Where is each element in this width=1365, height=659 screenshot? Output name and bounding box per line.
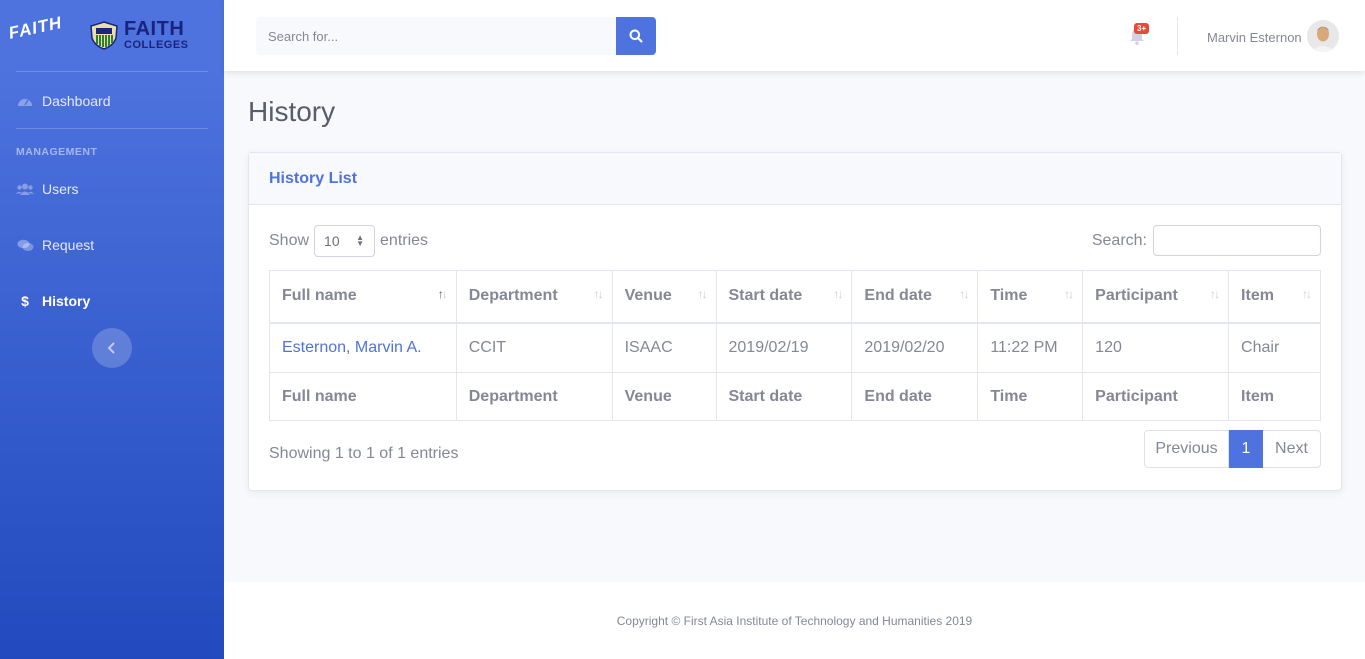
page-length-select[interactable]: 10 ▲ ▼ [314,225,376,257]
brand-wordmark: FAITH [6,12,64,43]
users-icon [16,182,34,196]
sidebar-item-users[interactable]: Users [0,169,224,209]
history-card: History List Show 10 ▲ ▼ entries Search: … [248,152,1342,491]
topbar: 3+ Marvin Esternon [224,0,1365,71]
card-title: History List [269,169,358,187]
column-header-end-date[interactable]: End date ↑↓ [851,270,979,324]
footer-header-start-date: Start date [715,372,853,421]
sidebar-heading: MANAGEMENT [16,146,98,158]
cell-venue: ISAAC [611,322,717,373]
entries-label: entries [380,232,429,249]
footer-header-participant: Participant [1082,372,1230,421]
next-button[interactable]: Next [1263,430,1321,468]
column-header-participant[interactable]: Participant ↑↓ [1082,270,1230,324]
card-header: History List [249,153,1341,205]
footer-header-end-date: End date [851,372,979,421]
page-length-control: Show 10 ▲ ▼ entries [269,225,428,257]
search-button[interactable] [616,17,656,55]
sort-icon: ↑↓ [833,287,843,301]
tachometer-icon [16,94,34,108]
page-title: History [248,96,336,127]
notification-badge: 3+ [1134,23,1150,34]
sidebar-item-label: History [42,293,91,309]
search-input[interactable] [256,17,616,55]
dollar-icon: $ [21,293,29,309]
sidebar-item-label: Request [42,237,95,253]
sort-icon: ↑↓ [593,287,604,301]
sort-icon: ↑↓ [697,287,708,301]
sidebar-divider [16,128,208,129]
logo-subtitle: COLLEGES [124,39,189,51]
sidebar-item-history[interactable]: $ History [0,281,224,321]
column-header-full-name[interactable]: Full name ↑↓ [269,270,457,324]
sidebar-item-dashboard[interactable]: Dashboard [0,81,224,121]
footer-header-venue: Venue [611,372,717,421]
logo-title: FAITH [124,18,185,40]
cell-time: 11:22 PM [977,322,1084,373]
show-label: Show [269,232,310,249]
college-crest-logo [90,21,118,50]
comments-icon [16,238,34,252]
search-icon [629,29,643,43]
footer: Copyright © First Asia Institute of Tech… [224,582,1365,659]
column-header-start-date[interactable]: Start date ↑↓ [715,270,853,324]
history-table: Full name ↑↓ Department ↑↓ Venue ↑↓ Start d… [269,270,1321,421]
table-footer-row: Full name Department Venue Start date En… [269,372,1321,421]
topbar-search [256,17,656,55]
copyright-text: Copyright © First Asia Institute of Tech… [616,613,973,628]
avatar[interactable] [1307,20,1339,52]
search-label: Search: [1091,231,1147,249]
sort-icon: ↑↓ [1302,287,1312,301]
table-filter: Search: [1092,225,1321,256]
cell-participant: 120 [1082,322,1230,373]
sidebar-item-label: Users [42,181,79,197]
user-name[interactable]: Marvin Esternon [1207,30,1302,45]
column-header-venue[interactable]: Venue ↑↓ [611,270,717,324]
page-button-1[interactable]: 1 [1229,430,1263,468]
cell-start-date: 2019/02/19 [715,322,853,373]
footer-header-item: Item [1228,372,1321,421]
page-length-value: 10 [324,233,340,249]
sort-icon: ↑↓ [437,287,448,301]
chevron-left-icon [107,342,115,354]
column-header-item[interactable]: Item ↑↓ [1228,270,1321,324]
table-info: Showing 1 to 1 of 1 entries [269,445,459,462]
sidebar: FAITH FAITH COLLEGES Dashboard MANAGEMEN… [0,0,224,659]
column-header-time[interactable]: Time ↑↓ [977,270,1084,324]
table-row: Esternon, Marvin A. CCIT ISAAC 2019/02/1… [269,322,1321,373]
column-header-department[interactable]: Department ↑↓ [455,270,613,324]
cell-department: CCIT [455,322,613,373]
sort-icon: ↑↓ [1064,287,1074,301]
sidebar-brand[interactable]: FAITH FAITH COLLEGES [0,0,224,70]
footer-header-department: Department [455,372,613,421]
sidebar-item-label: Dashboard [42,93,111,109]
sidebar-item-request[interactable]: Request [0,225,224,265]
pagination: Previous 1 Next [1144,430,1321,468]
sort-icon: ↑↓ [1210,287,1220,301]
topbar-divider [1177,17,1178,55]
sidebar-toggle-button[interactable] [92,328,132,368]
select-arrows-icon: ▲ ▼ [356,233,365,248]
cell-full-name[interactable]: Esternon, Marvin A. [269,322,457,373]
footer-header-time: Time [977,372,1084,421]
previous-button[interactable]: Previous [1144,430,1229,468]
table-header-row: Full name ↑↓ Department ↑↓ Venue ↑↓ Start d… [269,270,1321,324]
footer-header-full-name: Full name [269,372,457,421]
sidebar-divider [16,71,208,72]
brand-logo-text: FAITH COLLEGES [124,19,189,51]
cell-item: Chair [1228,322,1321,373]
sort-icon: ↑↓ [959,287,969,301]
cell-end-date: 2019/02/20 [851,322,979,373]
table-search-input[interactable] [1153,225,1321,256]
